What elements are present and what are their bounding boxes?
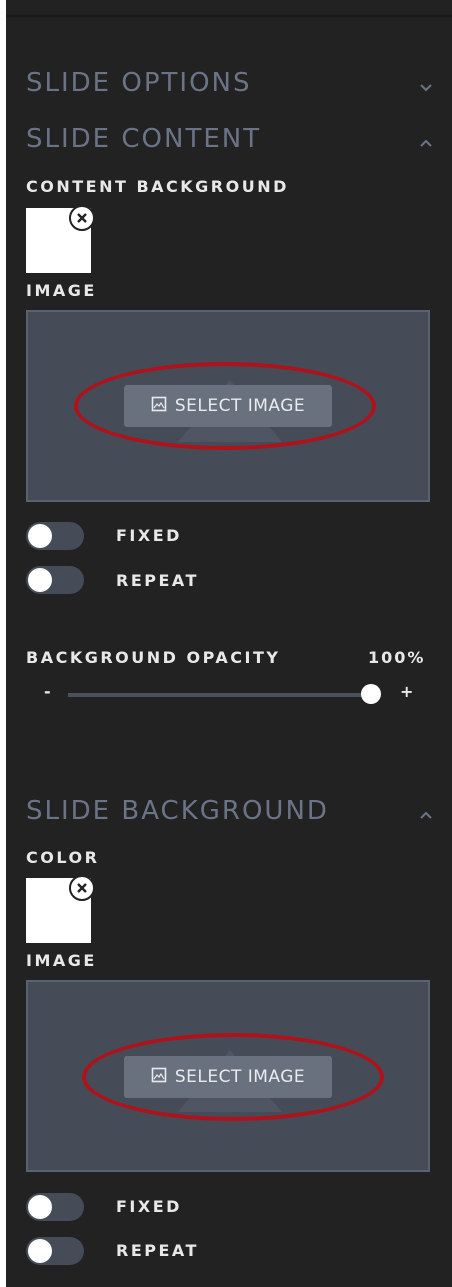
image-label: IMAGE <box>26 951 97 970</box>
color-label: COLOR <box>26 848 100 867</box>
section-title: SLIDE OPTIONS <box>26 68 252 98</box>
toggle-knob <box>28 568 52 592</box>
image-icon <box>151 396 167 417</box>
toggle-knob <box>28 1195 52 1219</box>
section-title: SLIDE BACKGROUND <box>26 796 329 826</box>
chevron-up-icon <box>416 802 436 822</box>
select-image-label: SELECT IMAGE <box>174 396 306 416</box>
section-header-slide-content[interactable]: SLIDE CONTENT <box>26 124 436 160</box>
select-image-button[interactable]: SELECT IMAGE <box>124 1056 332 1098</box>
opacity-value: 100% <box>368 648 426 667</box>
content-background-label: CONTENT BACKGROUND <box>26 177 289 196</box>
select-image-label: SELECT IMAGE <box>174 1067 306 1087</box>
repeat-toggle[interactable] <box>26 566 84 594</box>
image-icon <box>151 1067 167 1088</box>
fixed-toggle[interactable] <box>26 1193 84 1221</box>
toggle-knob <box>28 1239 52 1263</box>
section-title: SLIDE CONTENT <box>26 124 262 154</box>
remove-icon[interactable] <box>69 875 95 901</box>
section-header-slide-background[interactable]: SLIDE BACKGROUND <box>26 796 436 832</box>
background-opacity-label: BACKGROUND OPACITY <box>26 648 281 667</box>
select-image-button[interactable]: SELECT IMAGE <box>124 385 332 427</box>
fixed-toggle[interactable] <box>26 522 84 550</box>
remove-icon[interactable] <box>69 205 95 231</box>
fixed-label: FIXED <box>116 526 182 545</box>
opacity-slider-thumb[interactable] <box>361 684 381 704</box>
image-label: IMAGE <box>26 281 97 300</box>
opacity-slider-track[interactable] <box>68 693 372 697</box>
divider <box>6 15 452 17</box>
decrease-opacity-button[interactable]: - <box>44 682 51 701</box>
increase-opacity-button[interactable]: + <box>400 682 413 701</box>
chevron-down-icon <box>416 74 436 94</box>
settings-panel: SLIDE OPTIONS SLIDE CONTENT CONTENT BACK… <box>6 0 452 1287</box>
repeat-label: REPEAT <box>116 571 199 590</box>
repeat-toggle[interactable] <box>26 1237 84 1265</box>
fixed-label: FIXED <box>116 1197 182 1216</box>
section-header-slide-options[interactable]: SLIDE OPTIONS <box>26 68 436 104</box>
toggle-knob <box>28 524 52 548</box>
chevron-up-icon <box>416 130 436 150</box>
repeat-label: REPEAT <box>116 1241 199 1260</box>
